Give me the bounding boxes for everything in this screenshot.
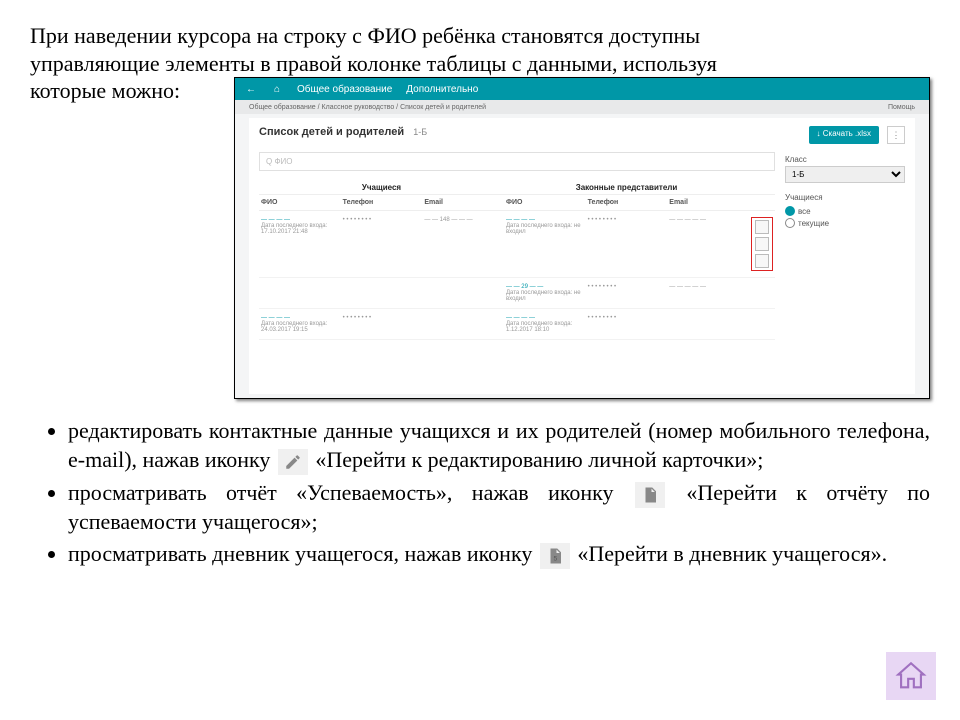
table-row[interactable]: — — — —Дата последнего входа: 17.10.2017… xyxy=(259,211,775,278)
list-item: редактировать контактные данные учащихся… xyxy=(68,417,930,475)
list-item: просматривать дневник учащегося, нажав и… xyxy=(68,540,930,569)
svg-text:5: 5 xyxy=(553,556,557,563)
app-topbar: ← ⌂ Общее образование Дополнительно xyxy=(235,78,929,100)
th-fio-2: ФИО xyxy=(504,195,586,211)
th-phone-1: Телефон xyxy=(341,195,423,211)
table-row[interactable]: — — — —Дата последнего входа: 24.03.2017… xyxy=(259,309,775,340)
radio-all[interactable]: все xyxy=(785,206,905,216)
edit-icon[interactable] xyxy=(755,220,769,234)
row-actions[interactable] xyxy=(751,217,773,271)
class-select[interactable]: 1-Б xyxy=(785,166,905,183)
intro-line-3: которые можно: xyxy=(30,77,230,105)
download-button[interactable]: ↓ Скачать .xlsx xyxy=(809,126,879,144)
pencil-icon xyxy=(278,449,308,475)
diary-icon[interactable] xyxy=(755,254,769,268)
tab-main-education[interactable]: Общее образование xyxy=(297,84,392,95)
document-5-icon: 5 xyxy=(540,543,570,569)
group-parents: Законные представители xyxy=(504,179,749,195)
intro-line-2: управляющие элементы в правой колонке та… xyxy=(30,50,930,78)
feature-list: редактировать контактные данные учащихся… xyxy=(30,417,930,569)
radio-current[interactable]: текущие xyxy=(785,218,905,228)
home-button[interactable] xyxy=(886,652,936,700)
group-students: Учащиеся xyxy=(259,179,504,195)
th-fio-1: ФИО xyxy=(259,195,341,211)
report-icon[interactable] xyxy=(755,237,769,251)
screenshot: ← ⌂ Общее образование Дополнительно Обще… xyxy=(234,77,930,399)
document-icon xyxy=(635,482,665,508)
students-filter-label: Учащиеся xyxy=(785,193,905,202)
breadcrumb: Общее образование / Классное руководство… xyxy=(249,104,486,111)
home-icon[interactable]: ⌂ xyxy=(271,84,283,95)
page-title: Список детей и родителей xyxy=(259,126,404,138)
class-label: Класс xyxy=(785,155,807,164)
page-subtitle: 1-Б xyxy=(413,127,427,137)
students-table: Учащиеся Законные представители ФИО Теле… xyxy=(259,179,775,340)
search-input[interactable]: Q ФИО xyxy=(259,152,775,171)
gear-icon[interactable]: ⋮ xyxy=(887,126,905,144)
th-phone-2: Телефон xyxy=(586,195,668,211)
th-email-1: Email xyxy=(422,195,504,211)
back-icon[interactable]: ← xyxy=(245,84,257,95)
list-item: просматривать отчёт «Успеваемость», нажа… xyxy=(68,479,930,537)
intro-line-1: При наведении курсора на строку с ФИО ре… xyxy=(30,22,930,50)
tab-additional[interactable]: Дополнительно xyxy=(406,84,478,95)
table-row[interactable]: — — 29 — —Дата последнего входа: не вход… xyxy=(259,278,775,309)
th-email-2: Email xyxy=(667,195,749,211)
help-link[interactable]: Помощь xyxy=(888,104,915,111)
